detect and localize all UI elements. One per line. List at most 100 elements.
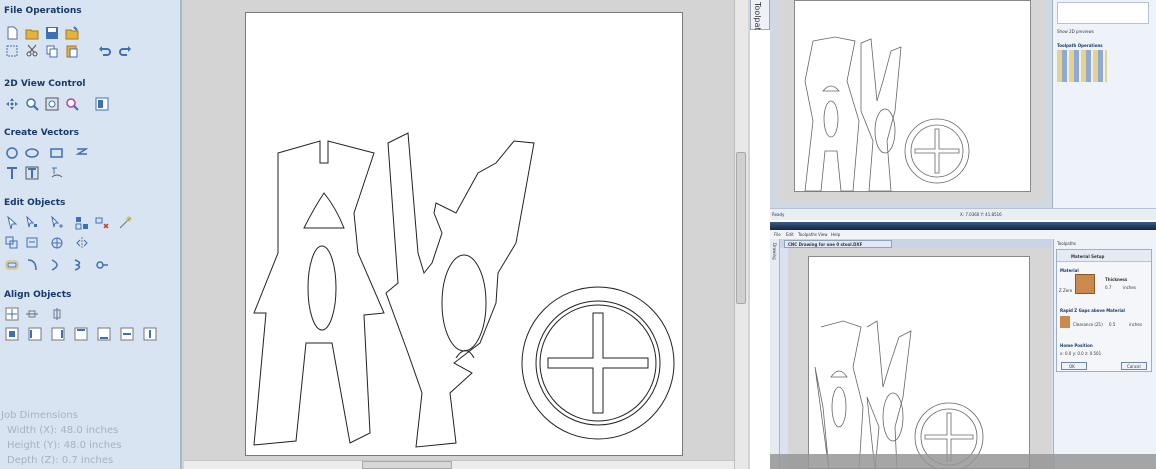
text-icon[interactable] — [5, 166, 19, 180]
embedded-screenshot-bottom: File Edit Toolpaths View Help CNC Drawin… — [770, 222, 1156, 469]
section-title-align-objects: Align Objects — [4, 290, 72, 300]
embedded-status-bar: Ready X: 7.0360 Y: 41.8516 — [770, 208, 1156, 220]
drawing-tab-label: Drawing — [772, 243, 777, 260]
job-height: Height (Y): 48.0 inches — [7, 440, 122, 451]
view-layout-icon[interactable] — [95, 97, 109, 111]
align-vertical-center-icon[interactable] — [50, 307, 64, 321]
align-center-icon[interactable] — [5, 307, 19, 321]
job-width: Width (X): 48.0 inches — [7, 425, 119, 436]
align-bottom-icon[interactable] — [97, 327, 111, 341]
material-setup-dialog: Material Setup Material Thickness 0.7 in… — [1056, 249, 1152, 372]
section-title-2d-view-control: 2D View Control — [4, 79, 86, 89]
menu-view: View — [818, 232, 828, 237]
pan-icon[interactable] — [5, 97, 19, 111]
job-dimensions-title: Job Dimensions — [1, 410, 78, 421]
section-title-edit-objects: Edit Objects — [4, 198, 66, 208]
align-top-icon[interactable] — [74, 327, 88, 341]
dialog-title: Material Setup — [1071, 254, 1105, 259]
measure-icon[interactable] — [118, 216, 132, 230]
import-icon[interactable] — [65, 26, 79, 40]
dialog-rapid: Rapid Z Gaps above Material — [1060, 308, 1125, 313]
embedded-sheet-bottom — [808, 256, 1030, 469]
new-file-icon[interactable] — [5, 26, 19, 40]
embedded-drawing-tab: Drawing — [770, 239, 780, 469]
copy-icon[interactable] — [45, 44, 59, 58]
dialog-clearance: Clearance (Z1) — [1073, 322, 1103, 327]
undo-icon[interactable] — [98, 44, 112, 58]
menu-help: Help — [831, 232, 841, 237]
dialog-zzero: Z Zero — [1059, 288, 1073, 293]
offset-icon[interactable] — [5, 258, 19, 272]
horizontal-scrollbar[interactable] — [184, 460, 734, 469]
dialog-clearance-units: inches — [1129, 322, 1142, 327]
2d-view[interactable] — [180, 0, 750, 469]
embedded-view-bottom — [788, 248, 1052, 469]
draw-polyline-icon[interactable] — [75, 146, 89, 160]
embedded-screenshot-top: Show 2D previews Toolpath Operations Rea… — [770, 0, 1156, 220]
group-icon[interactable] — [75, 216, 89, 230]
move-icon[interactable] — [50, 216, 64, 230]
zoom-extents-icon[interactable] — [45, 97, 59, 111]
horizontal-scroll-thumb[interactable] — [362, 461, 452, 469]
section-title-file-operations: File Operations — [4, 6, 82, 16]
dialog-thickness: Thickness — [1105, 277, 1128, 282]
paste-icon[interactable] — [65, 44, 79, 58]
align-horizontal-center-icon[interactable] — [25, 307, 39, 321]
draw-ellipse-icon[interactable] — [25, 146, 39, 160]
material-sheet[interactable] — [245, 12, 683, 456]
distribute-vertical-icon[interactable] — [143, 327, 157, 341]
embedded-menubar: File Edit Toolpaths View Help — [770, 230, 1156, 239]
zoom-selection-icon[interactable] — [65, 97, 79, 111]
show-previews-label: Show 2D previews — [1057, 29, 1094, 34]
overlay-bar — [770, 454, 1156, 469]
status-ready: Ready — [772, 212, 785, 217]
dialog-home: Home Position — [1060, 343, 1093, 348]
draw-rectangle-icon[interactable] — [50, 146, 64, 160]
save-file-icon[interactable] — [45, 26, 59, 40]
subtract-icon[interactable] — [25, 236, 39, 250]
open-file-icon[interactable] — [25, 26, 39, 40]
align-page-center-icon[interactable] — [5, 327, 19, 341]
toolpaths-tab[interactable]: Toolpaths — [750, 0, 770, 40]
draw-circle-icon[interactable] — [5, 146, 19, 160]
trim-icon[interactable] — [50, 258, 64, 272]
dialog-thickness-val: 0.7 — [1105, 285, 1112, 290]
embedded-tab-label: CNC Drawing for one 0 stool.DXF — [788, 242, 863, 247]
select-icon[interactable] — [5, 216, 19, 230]
text-on-curve-icon[interactable] — [50, 166, 64, 180]
embedded-titlebar — [770, 222, 1156, 230]
mirror-icon[interactable] — [75, 236, 89, 250]
ungroup-icon[interactable] — [95, 216, 109, 230]
text-box-icon[interactable] — [25, 166, 39, 180]
status-coords: X: 7.0360 Y: 41.8516 — [960, 212, 1002, 217]
vertical-scroll-thumb[interactable] — [736, 152, 746, 304]
divider — [750, 30, 770, 469]
menu-edit: Edit — [786, 232, 794, 237]
menu-file: File — [774, 232, 781, 237]
align-left-icon[interactable] — [28, 327, 42, 341]
vector-drawing[interactable] — [246, 13, 684, 457]
zoom-icon[interactable] — [25, 97, 39, 111]
join-icon[interactable] — [95, 258, 109, 272]
extend-icon[interactable] — [72, 258, 86, 272]
job-depth: Depth (Z): 0.7 inches — [7, 455, 114, 466]
distribute-horizontal-icon[interactable] — [120, 327, 134, 341]
embedded-sheet-top — [794, 0, 1031, 192]
dialog-ok: OK — [1069, 364, 1075, 369]
redo-icon[interactable] — [118, 44, 132, 58]
embedded-toolpaths-panel-top: Show 2D previews Toolpath Operations — [1052, 0, 1156, 208]
intersect-icon[interactable] — [50, 236, 64, 250]
node-edit-icon[interactable] — [25, 216, 39, 230]
fillet-icon[interactable] — [25, 258, 39, 272]
dialog-clearance-val: 0.5 — [1109, 322, 1116, 327]
section-title-create-vectors: Create Vectors — [4, 128, 79, 138]
tools-panel: File Operations 2D View Control Create V… — [0, 0, 180, 469]
embedded-view-top — [778, 0, 1046, 202]
toolpath-ops-label: Toolpath Operations — [1057, 43, 1103, 48]
weld-icon[interactable] — [5, 236, 19, 250]
menu-toolpaths: Toolpaths — [798, 232, 817, 237]
cut-icon[interactable] — [25, 44, 39, 58]
align-right-icon[interactable] — [51, 327, 65, 341]
embedded-active-tab: CNC Drawing for one 0 stool.DXF — [784, 240, 892, 248]
job-size-icon[interactable] — [5, 44, 19, 58]
